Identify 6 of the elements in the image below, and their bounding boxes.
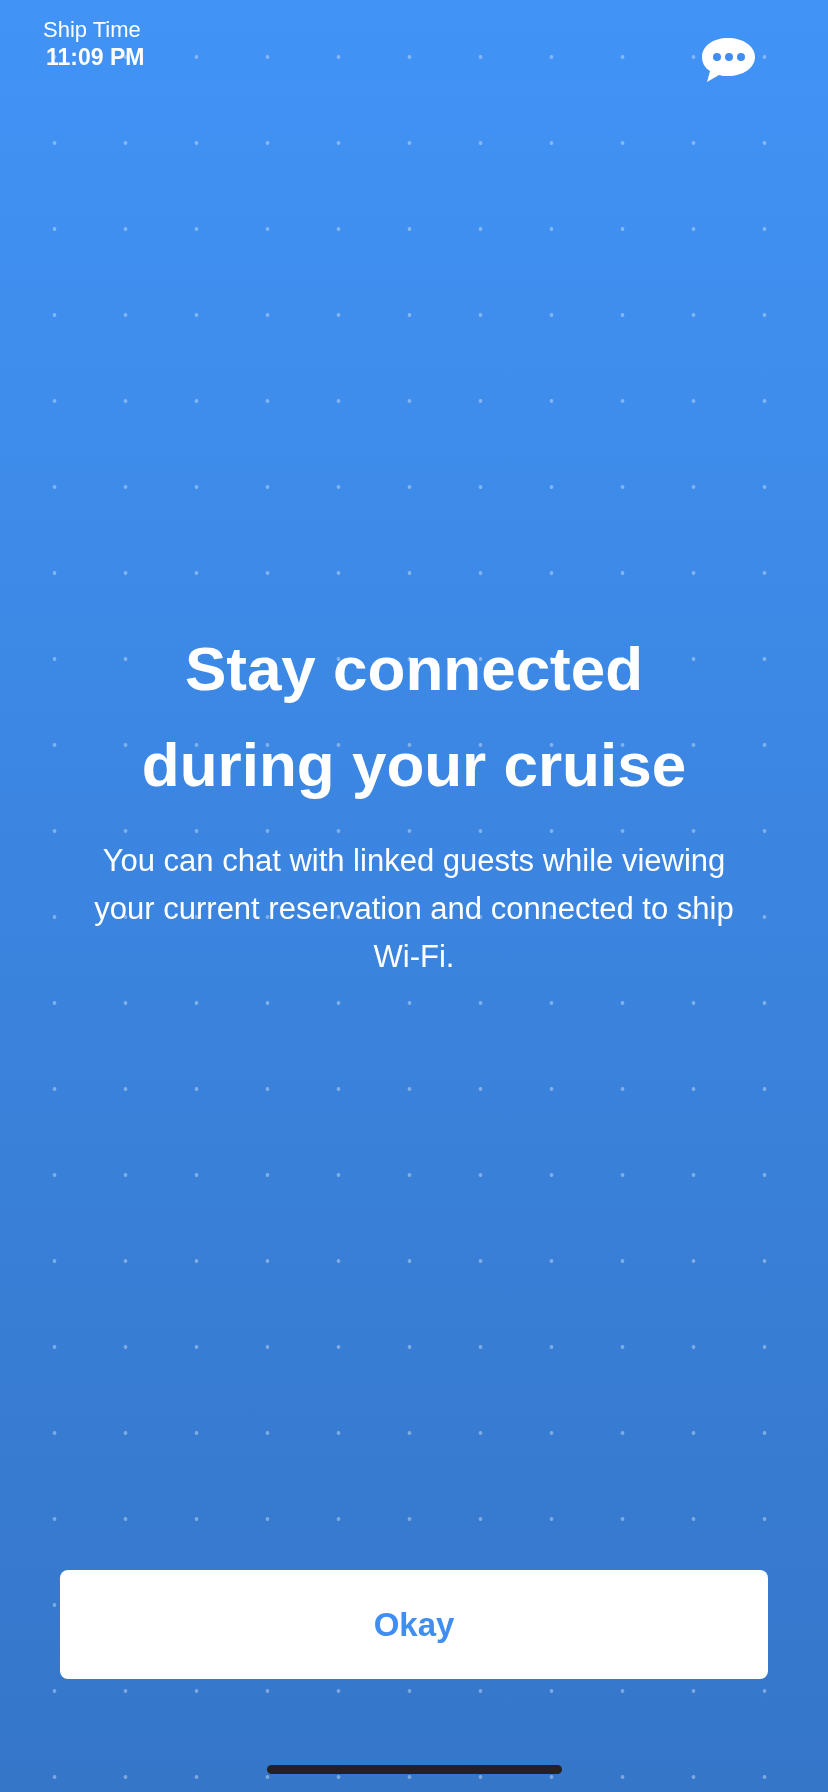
okay-button[interactable]: Okay (60, 1570, 768, 1679)
message: You can chat with linked guests while viewing your current reservation and connected to ship Wi-Fi. (94, 842, 734, 976)
chat-icon[interactable] (701, 37, 756, 83)
title: Stay connected during your cruise (140, 633, 688, 801)
ship-time-label: Ship Time (43, 17, 141, 43)
ship-time: 11:09 PM (45, 43, 145, 71)
